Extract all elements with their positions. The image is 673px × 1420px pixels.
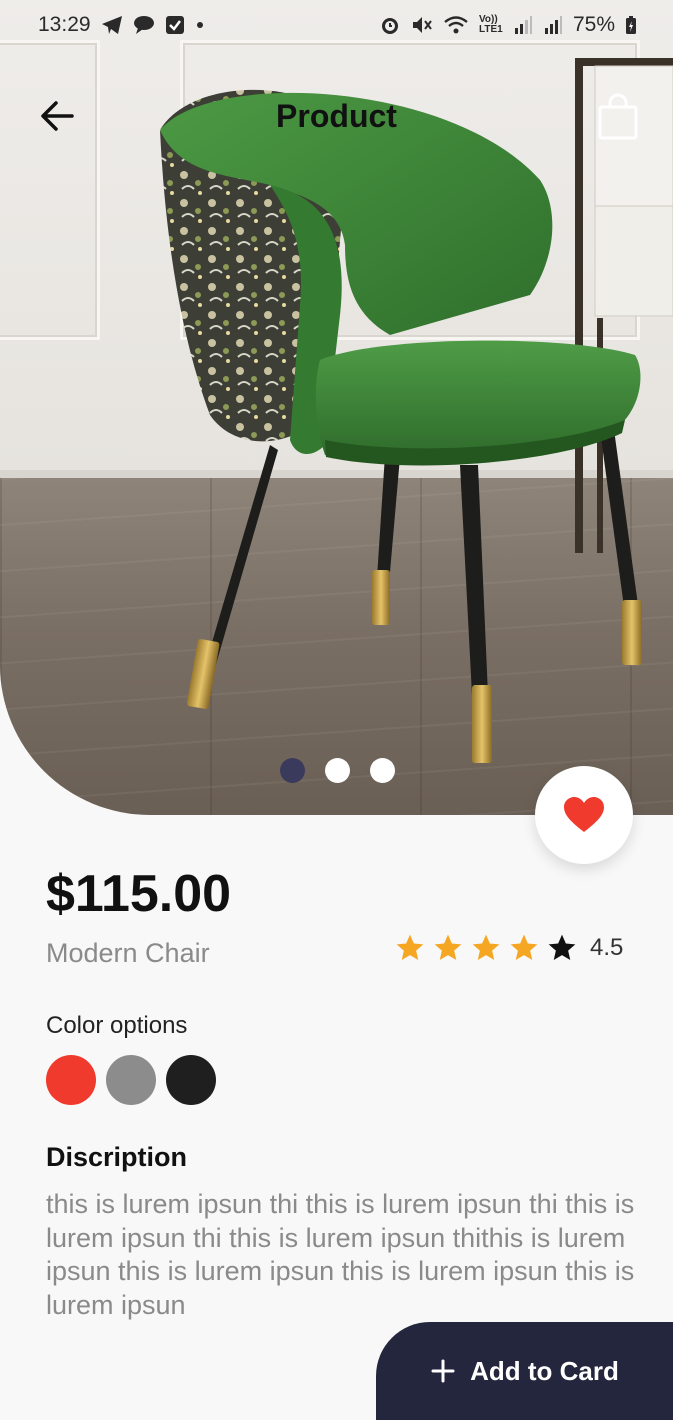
star-filled-icon xyxy=(396,934,424,960)
alarm-icon xyxy=(381,18,398,34)
star-filled-icon xyxy=(434,934,462,960)
carousel-dot-active[interactable] xyxy=(280,758,305,783)
carousel-dot[interactable] xyxy=(325,758,350,783)
signal-icon xyxy=(514,16,532,34)
battery-icon xyxy=(626,16,636,34)
description-text: this is lurem ipsun thi this is lurem ip… xyxy=(46,1189,635,1320)
rating-value: 4.5 xyxy=(590,934,624,961)
color-swatch-gray[interactable] xyxy=(106,1055,156,1105)
wall-panel xyxy=(0,40,100,340)
shopping-bag-icon[interactable] xyxy=(594,92,642,142)
dot-icon xyxy=(196,22,203,28)
color-options-label: Color options xyxy=(46,1012,188,1039)
color-swatch-black[interactable] xyxy=(166,1055,216,1105)
check-square-icon xyxy=(165,16,184,34)
add-to-cart-button[interactable]: Add to Card xyxy=(376,1322,673,1420)
mute-icon xyxy=(412,17,432,33)
app-bar: Product xyxy=(0,88,673,148)
favorite-button[interactable] xyxy=(535,766,633,864)
add-to-cart-label: Add to Card xyxy=(470,1355,619,1386)
page-title: Product xyxy=(276,98,397,134)
star-filled-icon xyxy=(510,934,538,960)
star-filled-icon xyxy=(472,934,500,960)
rating: 4.5 xyxy=(394,932,623,964)
battery-percent: 75% xyxy=(572,13,615,36)
carousel-dot[interactable] xyxy=(370,758,395,783)
volte-icon: Vo)) LTE1 xyxy=(478,14,503,35)
chair-illustration xyxy=(160,89,642,763)
chat-icon xyxy=(133,16,154,34)
signal-icon xyxy=(544,16,562,34)
color-swatches xyxy=(46,1055,216,1105)
carousel-indicator xyxy=(280,758,395,783)
heart-icon xyxy=(564,797,604,832)
description-title: Discription xyxy=(46,1142,188,1172)
star-black-icon xyxy=(548,934,576,960)
plus-icon xyxy=(431,1359,455,1383)
product-price: $115.00 xyxy=(46,865,232,923)
color-swatch-red[interactable] xyxy=(46,1055,96,1105)
status-time: 13:29 xyxy=(38,13,91,36)
product-name: Modern Chair xyxy=(46,938,210,968)
telegram-icon xyxy=(101,16,122,34)
wifi-icon xyxy=(444,16,468,34)
status-bar: 13:29 Vo)) LTE1 75% xyxy=(0,0,673,42)
